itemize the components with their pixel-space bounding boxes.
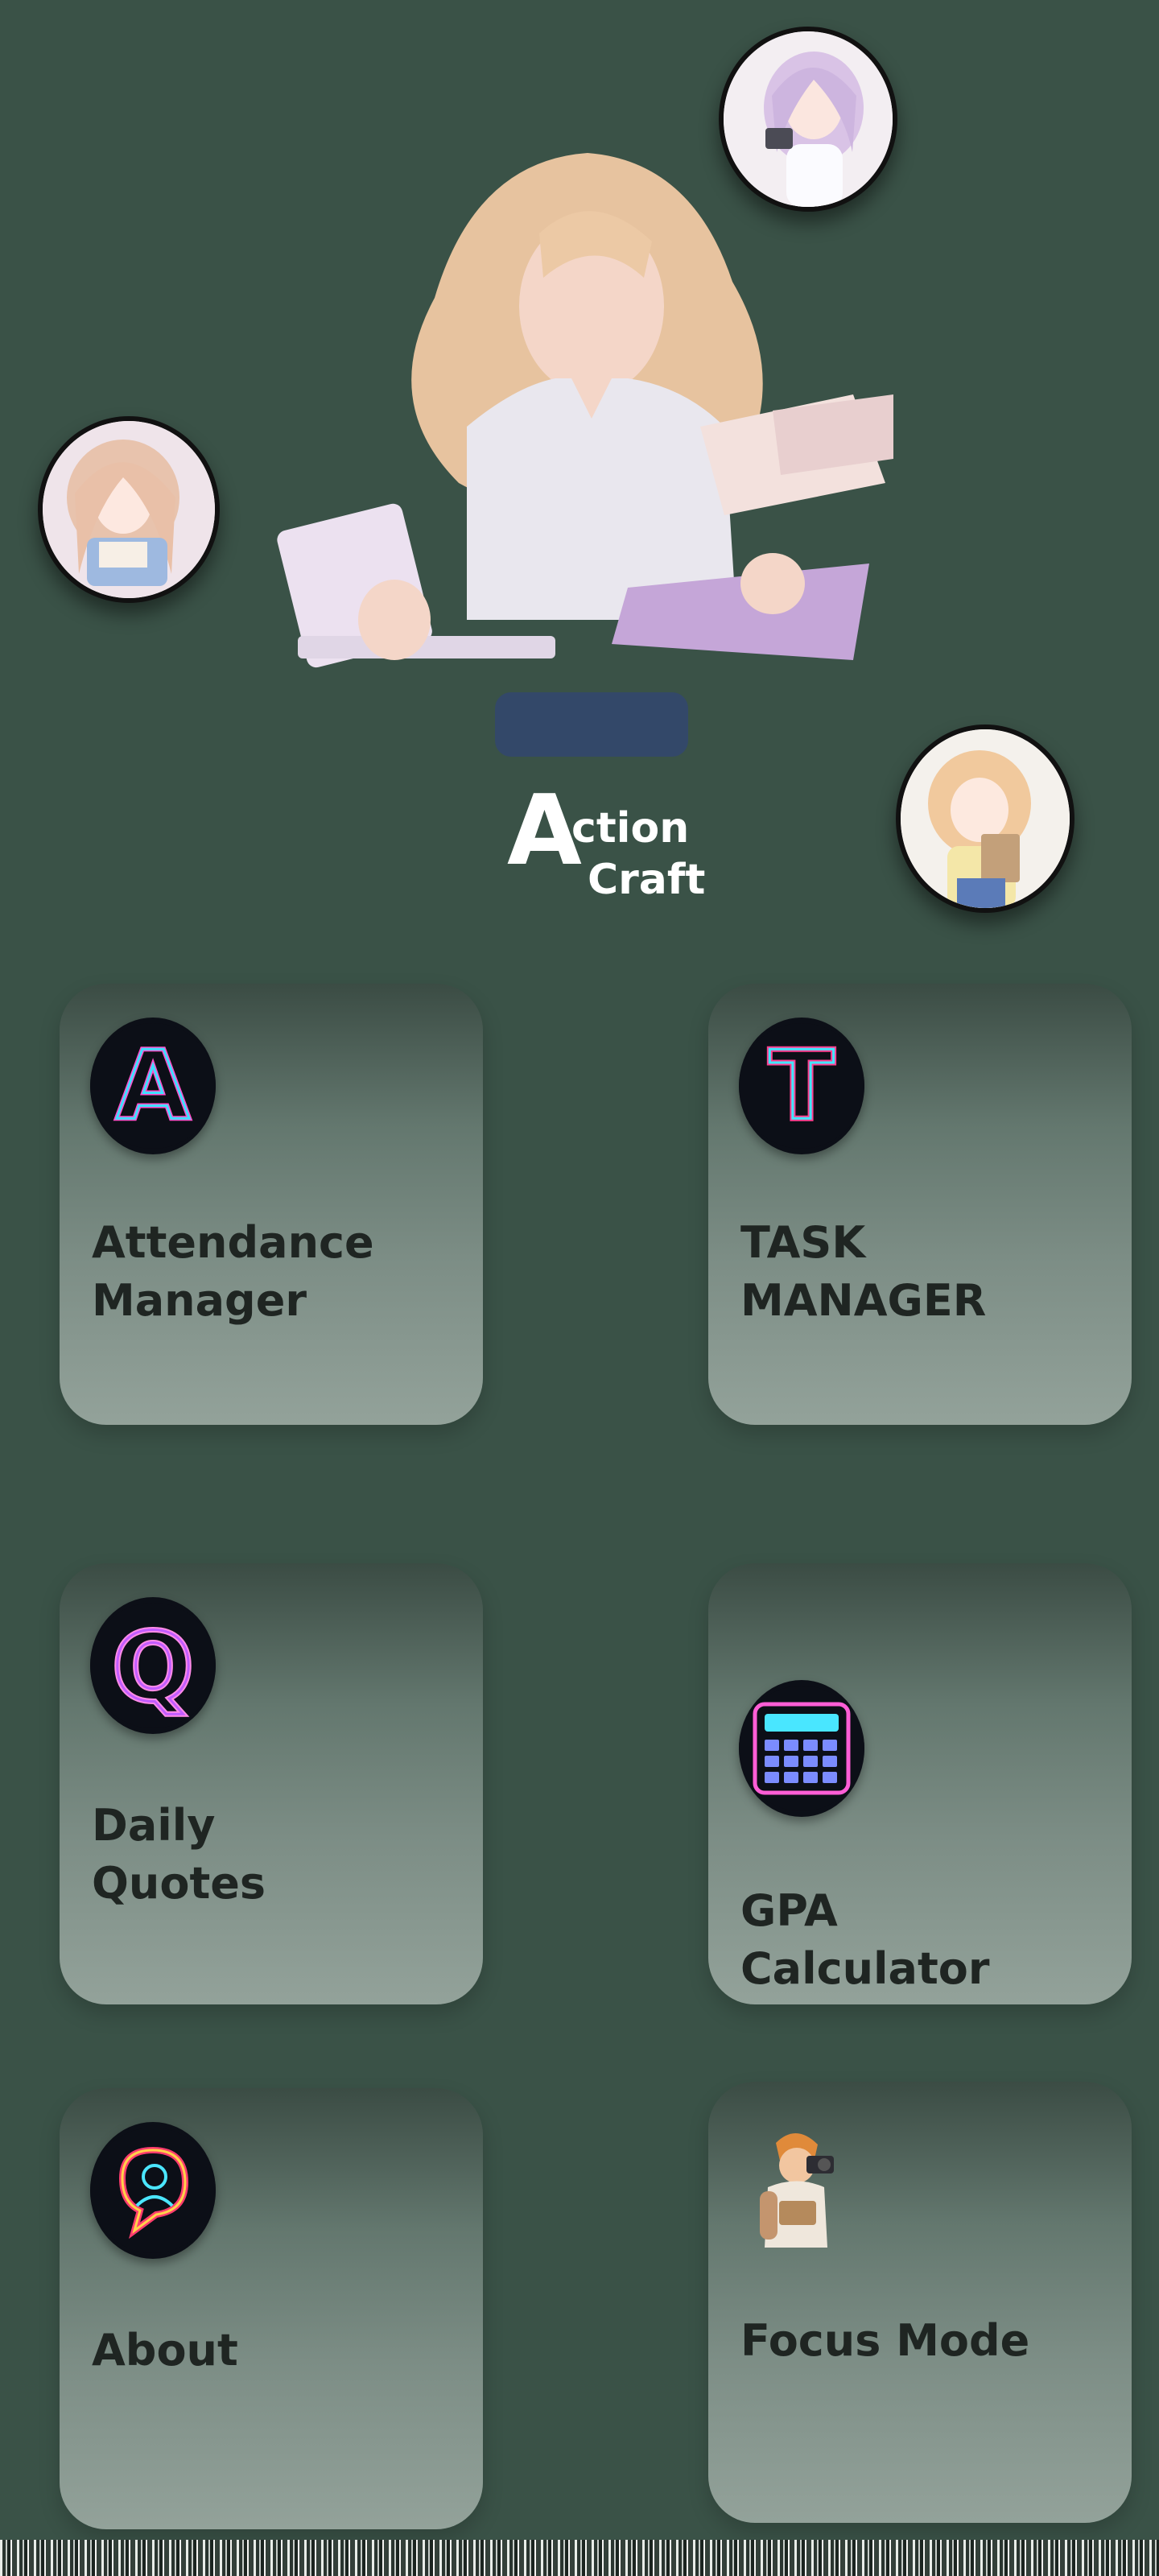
hero-illustration-girl-with-laptop [274, 137, 901, 773]
card-label-task-manager: TASK MANAGER [740, 1217, 987, 1326]
neon-person-chat-icon [90, 2122, 216, 2259]
card-daily-quotes[interactable]: Q Q Daily Quotes [60, 1563, 483, 2004]
card-label-focus-mode: Focus Mode [740, 2315, 1030, 2366]
card-label-about: About [92, 2325, 238, 2376]
app-logo: A ction Craft [507, 783, 716, 914]
logo-word-action: ction [571, 804, 690, 852]
card-label-daily-quotes: Daily Quotes [92, 1800, 266, 1909]
svg-text:Q: Q [113, 1612, 193, 1723]
neon-letter-a-icon: A A [90, 1018, 216, 1154]
neon-calculator-icon [739, 1680, 864, 1817]
avatar-girl-clipboard[interactable] [896, 724, 1074, 913]
card-attendance-manager[interactable]: A A Attendance Manager [60, 984, 483, 1425]
card-label-gpa-calculator: GPA Calculator [740, 1885, 990, 1994]
svg-text:T: T [769, 1030, 835, 1141]
card-label-attendance-manager: Attendance Manager [92, 1217, 374, 1326]
card-focus-mode[interactable]: Focus Mode [708, 2082, 1132, 2523]
svg-text:A: A [116, 1030, 189, 1141]
logo-word-craft: Craft [588, 856, 706, 904]
neon-letter-q-icon: Q Q [90, 1597, 216, 1734]
logo-initial: A [507, 775, 582, 887]
grass-border-decoration [0, 2540, 1159, 2576]
avatar-girl-reading[interactable] [38, 416, 220, 603]
neon-letter-t-icon: T T [739, 1018, 864, 1154]
card-about[interactable]: About [60, 2088, 483, 2529]
photographer-character-icon [744, 2127, 848, 2248]
card-gpa-calculator[interactable]: GPA Calculator [708, 1563, 1132, 2004]
card-task-manager[interactable]: T T TASK MANAGER [708, 984, 1132, 1425]
